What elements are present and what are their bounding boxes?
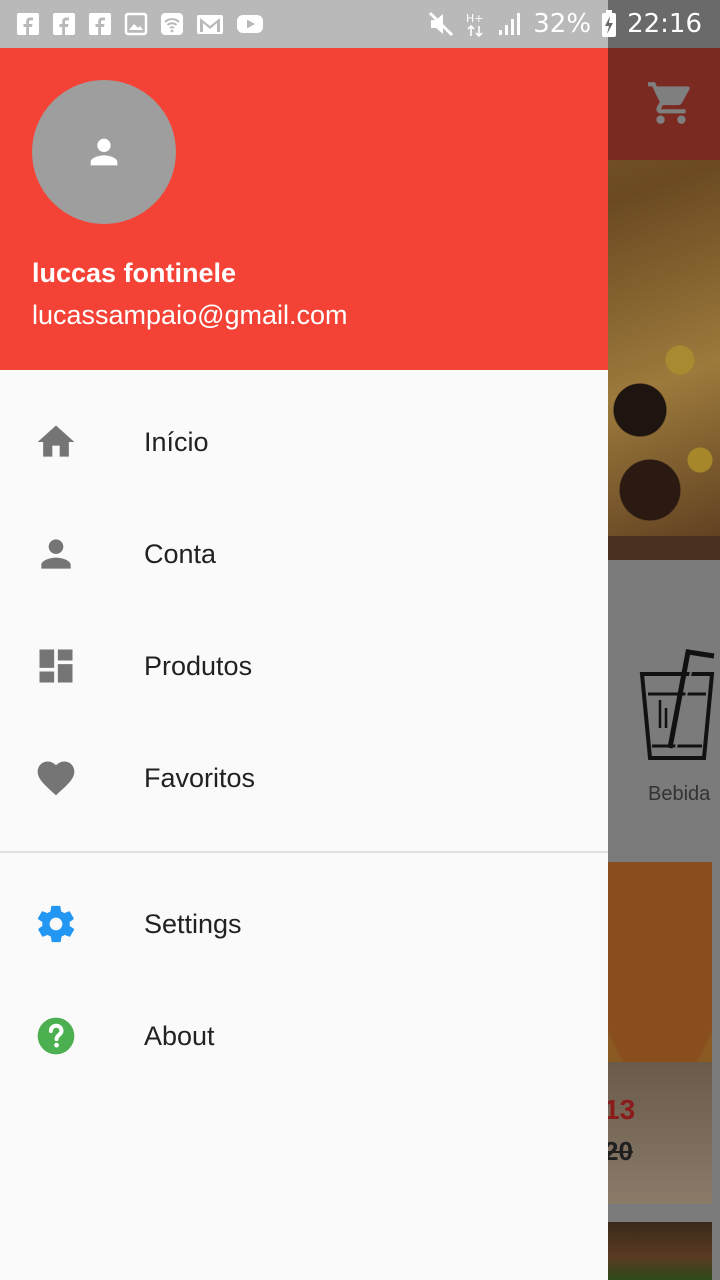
user-email: lucassampaio@gmail.com	[32, 300, 348, 330]
cart-icon[interactable]	[646, 78, 696, 128]
home-icon	[37, 425, 75, 457]
avatar[interactable]	[32, 80, 176, 224]
person-icon	[41, 539, 71, 569]
image-icon	[124, 12, 148, 36]
help-circle-icon	[37, 1017, 75, 1055]
menu-divider	[0, 851, 608, 853]
drawer-item-inicio[interactable]: Início	[0, 386, 608, 498]
battery-charging-icon	[602, 10, 617, 37]
user-name: luccas fontinele	[32, 258, 237, 288]
product-card[interactable]	[600, 1062, 712, 1204]
drawer-item-label: About	[144, 1021, 215, 1051]
cell-signal-icon	[499, 13, 521, 35]
facebook-icon	[89, 13, 111, 35]
clock: 22:16	[627, 9, 702, 39]
product-old-price: 20	[604, 1136, 633, 1166]
drawer-item-conta[interactable]: Conta	[0, 498, 608, 610]
drawer-header: luccas fontinele lucassampaio@gmail.com	[0, 48, 608, 370]
navigation-drawer: luccas fontinele lucassampaio@gmail.com …	[0, 48, 608, 1280]
drawer-item-label: Conta	[144, 539, 217, 569]
category-label[interactable]: Bebida	[648, 783, 710, 806]
battery-percent: 32%	[533, 9, 592, 39]
dashboard-icon	[39, 649, 73, 683]
hplus-signal-icon: H+	[466, 12, 484, 38]
product-image[interactable]	[600, 1222, 712, 1280]
status-bar: H+ 32% 22:16	[0, 0, 720, 48]
drawer-item-produtos[interactable]: Produtos	[0, 610, 608, 722]
gmail-icon	[197, 15, 223, 34]
wifi-icon	[161, 13, 183, 35]
person-icon	[90, 138, 118, 166]
drawer-item-favoritos[interactable]: Favoritos	[0, 722, 608, 834]
system-status: H+ 32% 22:16	[427, 8, 702, 40]
mute-icon	[429, 11, 454, 37]
drawer-item-settings[interactable]: Settings	[0, 868, 608, 980]
gear-icon	[37, 905, 75, 943]
facebook-icon	[17, 13, 39, 35]
youtube-icon	[237, 15, 263, 33]
heart-icon	[37, 761, 75, 796]
drawer-item-label: Início	[144, 427, 209, 457]
drink-icon[interactable]	[636, 638, 720, 768]
drawer-item-label: Settings	[144, 909, 242, 939]
product-price: 13	[604, 1094, 636, 1125]
drawer-item-label: Favoritos	[144, 763, 256, 793]
facebook-icon	[53, 13, 75, 35]
product-image[interactable]	[600, 862, 712, 1062]
drawer-item-label: Produtos	[144, 651, 253, 681]
notification-icons	[16, 12, 264, 36]
drawer-menu: Início Conta Produtos Favoritos Settings…	[0, 386, 608, 1092]
drawer-item-about[interactable]: About	[0, 980, 608, 1092]
svg-text:H+: H+	[466, 12, 484, 25]
